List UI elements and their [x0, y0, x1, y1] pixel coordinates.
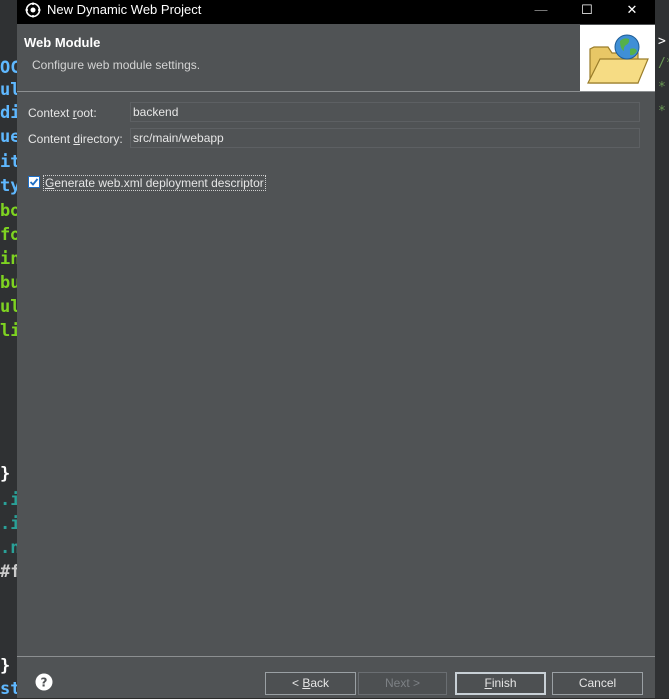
page-title: Web Module: [24, 35, 101, 50]
eclipse-app-icon: [25, 2, 41, 18]
editor-line: ue: [0, 127, 18, 147]
new-dynamic-web-project-dialog: New Dynamic Web Project — ☐ ✕ Web Module…: [17, 0, 655, 698]
help-icon[interactable]: ?: [35, 673, 53, 691]
editor-line: >: [658, 34, 666, 49]
close-button[interactable]: ✕: [610, 0, 654, 20]
editor-line: ul: [0, 80, 18, 100]
editor-line: .i: [0, 490, 18, 510]
generate-web-xml-checkbox[interactable]: [28, 176, 40, 188]
folder-globe-icon: [580, 25, 655, 91]
editor-line: fo: [0, 225, 18, 245]
editor-line: *: [658, 80, 666, 95]
maximize-button[interactable]: ☐: [565, 0, 609, 20]
editor-line: OCT: [0, 58, 18, 78]
editor-line: /*: [658, 56, 669, 71]
minimize-button[interactable]: —: [519, 0, 563, 20]
editor-line: in: [0, 249, 18, 269]
context-root-label: Context root:: [28, 106, 97, 120]
editor-line: ul: [0, 297, 18, 317]
editor-line: bo: [0, 201, 18, 221]
context-root-field[interactable]: backend: [130, 102, 640, 122]
editor-line: #f: [0, 562, 18, 582]
editor-line: }: [0, 464, 11, 484]
title-bar[interactable]: New Dynamic Web Project — ☐ ✕: [17, 0, 655, 24]
editor-line: li: [0, 321, 18, 341]
next-button[interactable]: Next >: [358, 672, 447, 695]
editor-line: di: [0, 103, 18, 123]
page-description: Configure web module settings.: [32, 58, 201, 72]
wizard-banner: Web Module Configure web module settings…: [17, 24, 655, 92]
editor-line: st: [0, 679, 18, 699]
generate-web-xml-label[interactable]: Generate web.xml deployment descriptor: [43, 175, 266, 191]
editor-line: }: [0, 656, 11, 676]
content-directory-label: Content directory:: [28, 132, 123, 146]
footer-divider: [17, 656, 655, 657]
editor-line: bu: [0, 273, 18, 293]
editor-line: .n: [0, 538, 18, 558]
editor-line: .i: [0, 514, 18, 534]
back-button[interactable]: < Back: [265, 672, 356, 695]
editor-line: it: [0, 152, 18, 172]
window-title: New Dynamic Web Project: [47, 2, 202, 17]
cancel-button[interactable]: Cancel: [552, 672, 643, 695]
finish-button[interactable]: Finish: [455, 672, 546, 695]
editor-line: *: [658, 104, 666, 119]
content-directory-field[interactable]: src/main/webapp: [130, 128, 640, 148]
editor-line: ty: [0, 176, 18, 196]
svg-text:?: ?: [41, 676, 48, 690]
